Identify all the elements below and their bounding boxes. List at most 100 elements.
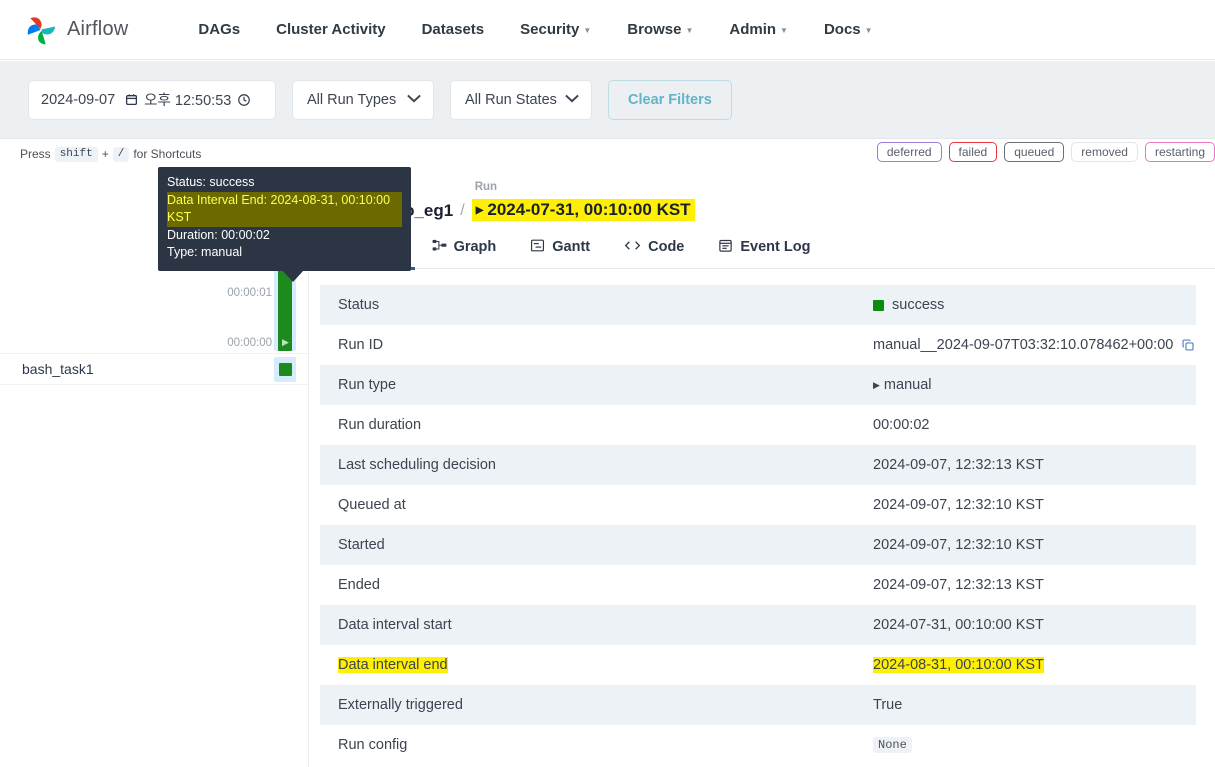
tooltip-data-interval-end: Data Interval End: 2024-08-31, 00:10:00 …	[167, 191, 402, 227]
status-text: success	[892, 297, 945, 313]
nav-item-admin[interactable]: Admin ▼	[711, 15, 806, 44]
tab-label: Gantt	[552, 239, 591, 255]
nav-item-datasets[interactable]: Datasets	[404, 15, 503, 44]
tooltip-duration: Duration: 00:00:02	[167, 227, 270, 242]
status-square-icon	[873, 299, 884, 311]
table-row: Ended 2024-09-07, 12:32:13 KST	[320, 565, 1196, 605]
row-label-text: Data interval end	[338, 657, 448, 673]
table-row: Data interval start 2024-07-31, 00:10:00…	[320, 605, 1196, 645]
time-group: 오후 12:50:53	[125, 89, 251, 110]
kbd-slash: /	[112, 146, 130, 162]
breadcrumb-run-value[interactable]: ▶ 2024-07-31, 00:10:00 KST	[471, 199, 695, 221]
nav-item-cluster-activity[interactable]: Cluster Activity	[258, 15, 403, 44]
tab-code[interactable]: Code	[607, 228, 701, 270]
row-value: 2024-09-07, 12:32:10 KST	[873, 497, 1044, 513]
table-row-data-interval-end: Data interval end 2024-08-31, 00:10:00 K…	[320, 645, 1196, 685]
row-label: Status	[338, 297, 380, 313]
chevron-down-icon: ▼	[780, 26, 788, 35]
copy-icon[interactable]	[1181, 338, 1195, 352]
kbd-shift: shift	[54, 146, 98, 162]
clear-filters-label: Clear Filters	[628, 91, 712, 108]
calendar-icon[interactable]	[125, 93, 138, 106]
badge-restarting[interactable]: restarting	[1144, 142, 1215, 162]
row-label: Externally triggered	[338, 697, 463, 713]
badge-deferred[interactable]: deferred	[876, 142, 942, 162]
gantt-icon	[530, 238, 545, 257]
row-label: Run ID	[338, 337, 384, 353]
state-filter-badges: deferred failed queued removed restartin…	[876, 142, 1215, 162]
table-row: Queued at 2024-09-07, 12:32:10 KST	[320, 485, 1196, 525]
row-value: 2024-09-07, 12:32:10 KST	[873, 537, 1044, 553]
top-navbar: Airflow DAGs Cluster Activity Datasets S…	[0, 0, 1215, 60]
nav-item-docs[interactable]: Docs ▼	[806, 15, 891, 44]
tab-graph[interactable]: Graph	[415, 228, 514, 270]
nav-item-dags[interactable]: DAGs	[180, 15, 258, 44]
run-state-select[interactable]: All Run States	[450, 79, 592, 120]
hint-prefix: Press	[20, 147, 51, 161]
row-label: Run type	[338, 377, 397, 393]
nav-item-label: DAGs	[198, 21, 241, 38]
row-label: Data interval start	[338, 617, 452, 633]
tab-label: Event Log	[740, 239, 811, 255]
nav-item-security[interactable]: Security ▼	[502, 15, 609, 44]
row-label: Ended	[338, 577, 380, 593]
badge-queued[interactable]: queued	[1004, 142, 1065, 162]
row-label: Started	[338, 537, 385, 553]
row-value: 2024-07-31, 00:10:00 KST	[873, 617, 1044, 633]
badge-failed[interactable]: failed	[948, 142, 998, 162]
nav-item-label: Cluster Activity	[276, 21, 386, 38]
table-row: Run config None	[320, 725, 1196, 765]
breadcrumb-separator: /	[460, 202, 465, 219]
row-label: Data interval end	[320, 657, 873, 673]
nav-item-browse[interactable]: Browse ▼	[609, 15, 711, 44]
graph-icon	[432, 238, 447, 257]
nav-item-label: Docs	[823, 21, 861, 38]
tab-event-log[interactable]: Event Log	[701, 228, 827, 270]
breadcrumb-run-caption: Run	[474, 180, 498, 193]
badge-removed[interactable]: removed	[1071, 142, 1138, 162]
nav-item-label: Datasets	[421, 21, 485, 38]
code-icon	[624, 238, 641, 257]
run-config-value: None	[873, 737, 912, 753]
tab-gantt[interactable]: Gantt	[513, 228, 607, 270]
run-type-select[interactable]: All Run Types	[292, 79, 434, 120]
nav-item-label: Browse	[627, 21, 682, 38]
clock-icon[interactable]	[237, 93, 251, 107]
breadcrumb: with_macro_eg1 / Run ▶ 2024-07-31, 00:10…	[320, 169, 1215, 221]
airflow-logo-icon	[22, 11, 60, 49]
row-value: 2024-08-31, 00:10:00 KST	[873, 657, 1196, 673]
duration-axis-tick: 00:00:01	[227, 287, 272, 299]
table-row: Started 2024-09-07, 12:32:10 KST	[320, 525, 1196, 565]
row-value: 2024-09-07, 12:32:13 KST	[873, 577, 1044, 593]
run-state-value: All Run States	[465, 91, 557, 108]
task-instance-square[interactable]	[274, 357, 296, 382]
tab-label: Code	[648, 239, 685, 255]
nav-item-label: Security	[520, 21, 580, 38]
chevron-down-icon	[565, 94, 579, 106]
event-log-icon	[718, 238, 733, 257]
chevron-down-icon: ▼	[864, 26, 873, 35]
clear-filters-button[interactable]: Clear Filters	[608, 79, 732, 120]
play-triangle-icon: ▶	[475, 204, 484, 216]
row-value: manual__2024-09-07T03:32:10.078462+00:00	[873, 337, 1196, 353]
row-value-text: 2024-08-31, 00:10:00 KST	[873, 657, 1044, 673]
task-row-bash_task1[interactable]: bash_task1	[0, 353, 308, 385]
breadcrumb-run-datetime: 2024-07-31, 00:10:00 KST	[487, 200, 691, 219]
row-value: 00:00:02	[873, 417, 930, 433]
time-value: 오후 12:50:53	[144, 93, 232, 109]
run-type-value: All Run Types	[307, 91, 397, 108]
breadcrumb-run-group: Run ▶ 2024-07-31, 00:10:00 KST	[471, 181, 695, 221]
datetime-filter-input[interactable]: 2024-09-07 오후 12:50:53	[28, 79, 276, 120]
hint-suffix: for Shortcuts	[133, 147, 202, 161]
brand-home-link[interactable]: Airflow	[22, 11, 128, 49]
row-value: None	[873, 737, 1196, 753]
play-triangle-icon: ▶	[873, 379, 880, 390]
table-row: Run duration 00:00:02	[320, 405, 1196, 445]
brand-name: Airflow	[67, 18, 129, 40]
run-detail-panel: with_macro_eg1 / Run ▶ 2024-07-31, 00:10…	[320, 169, 1215, 767]
nav-item-label: Admin	[729, 21, 777, 38]
table-row: Last scheduling decision 2024-09-07, 12:…	[320, 445, 1196, 485]
table-row: Run type ▶ manual	[320, 365, 1196, 405]
date-value: 2024-09-07	[41, 91, 116, 108]
row-value: True	[873, 697, 903, 713]
